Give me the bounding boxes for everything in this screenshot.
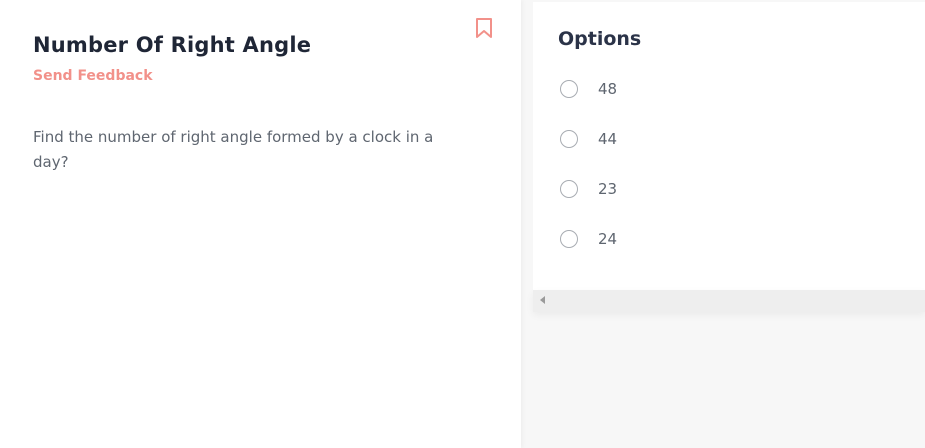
quiz-page: Number Of Right Angle Send Feedback Find… [0,0,925,448]
option-item[interactable]: 24 [560,230,760,254]
option-label: 44 [598,130,618,148]
send-feedback-link[interactable]: Send Feedback [33,68,153,84]
option-radio[interactable] [560,180,578,198]
option-label: 48 [598,80,618,98]
option-item[interactable]: 23 [560,180,760,204]
question-panel: Number Of Right Angle Send Feedback Find… [0,0,521,448]
horizontal-scrollbar[interactable] [533,290,925,312]
option-item[interactable]: 44 [560,130,760,154]
options-panel: Options 48 44 23 24 [533,2,925,290]
option-radio[interactable] [560,230,578,248]
bookmark-icon[interactable] [475,17,493,39]
option-label: 23 [598,180,618,198]
option-label: 24 [598,230,618,248]
option-radio[interactable] [560,80,578,98]
scroll-left-arrow-icon[interactable] [540,296,545,304]
question-text: Find the number of right angle formed by… [33,128,434,171]
option-item[interactable]: 48 [560,80,760,104]
options-title: Options [558,28,642,50]
option-radio[interactable] [560,130,578,148]
question-title: Number Of Right Angle [33,33,312,57]
